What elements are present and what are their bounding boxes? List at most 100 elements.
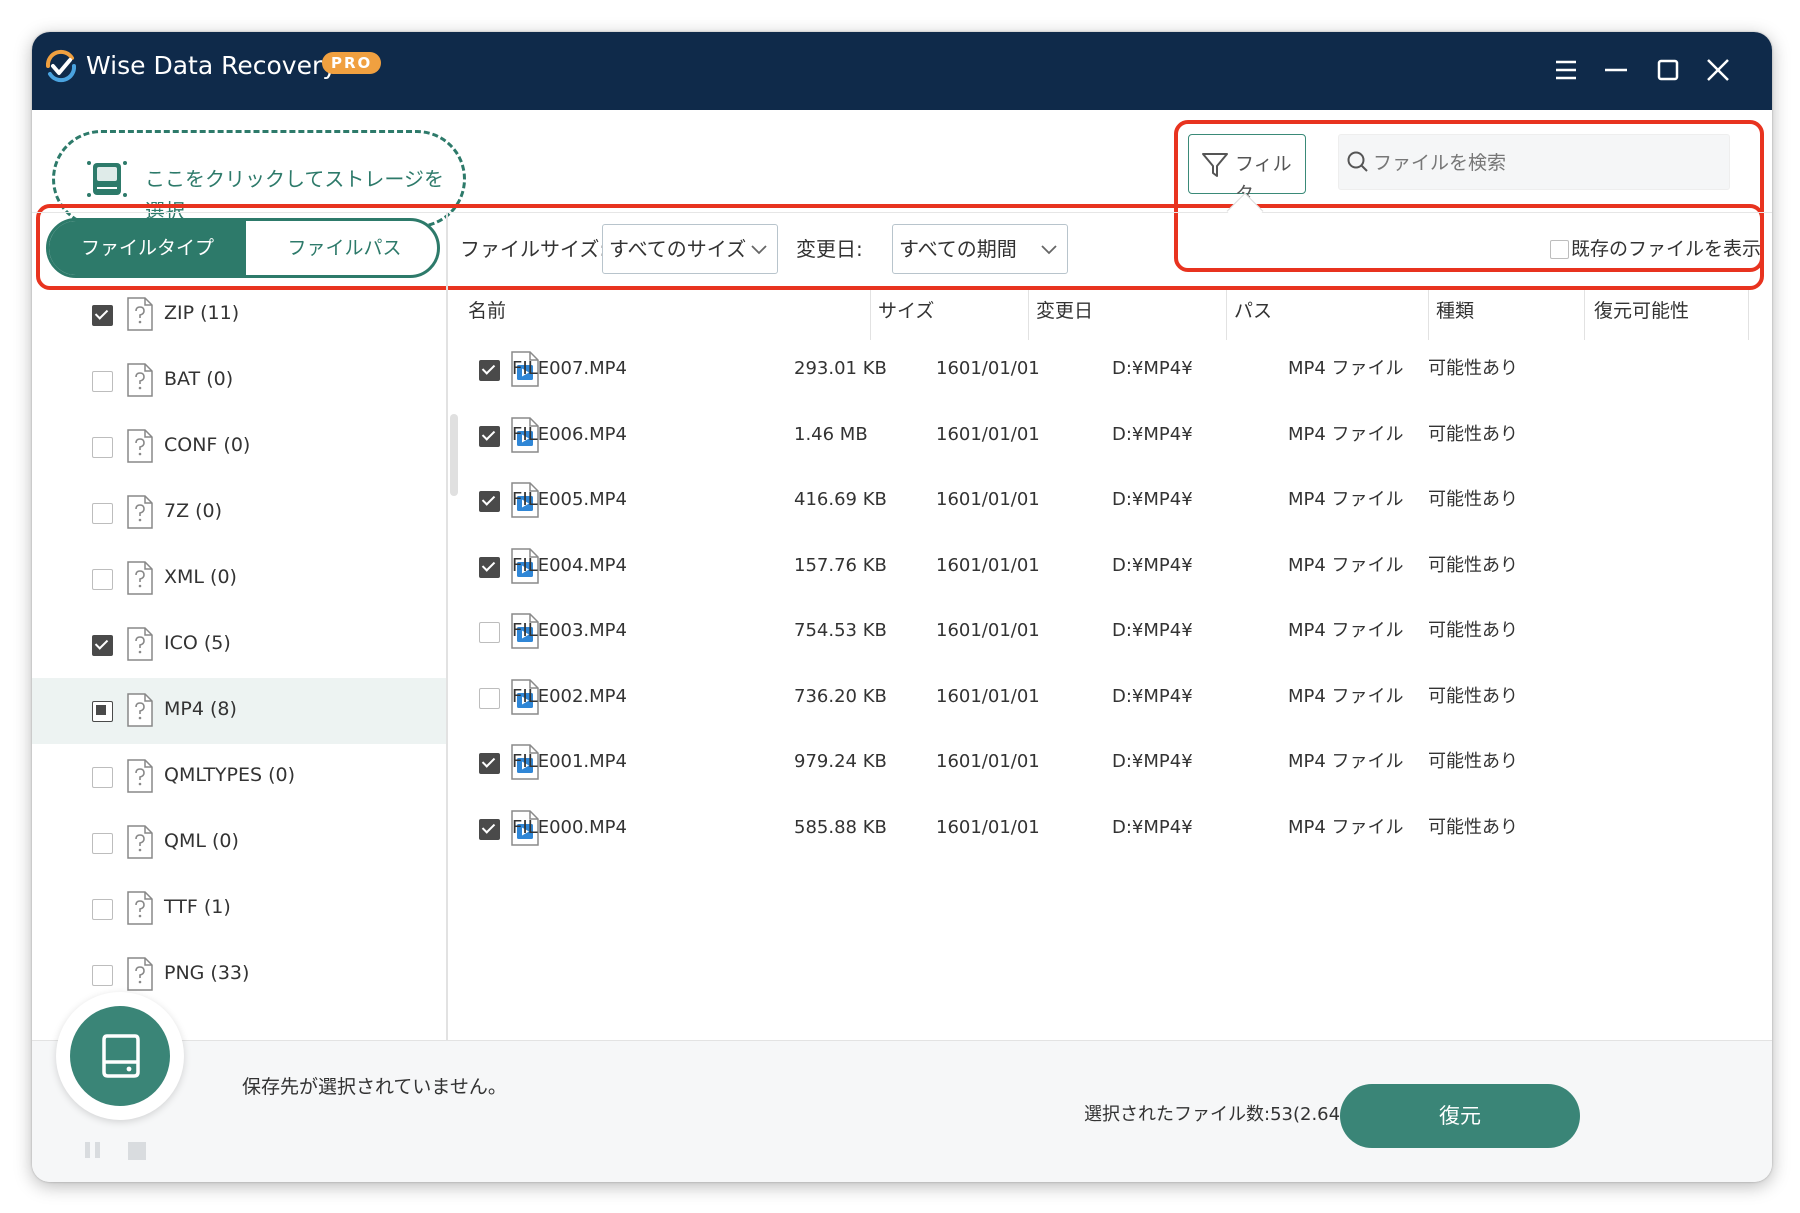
tab-file-path[interactable]: ファイルパス (246, 221, 437, 275)
file-type-checkbox[interactable] (92, 899, 113, 920)
row-checkbox[interactable] (479, 687, 500, 709)
menu-button[interactable] (1546, 50, 1586, 90)
row-checkbox[interactable] (479, 360, 500, 381)
cell-size: 736.20 KB (794, 685, 887, 707)
size-filter-select[interactable]: すべてのサイズ (602, 224, 778, 274)
cell-recoverability: 可能性あり (1428, 423, 1518, 445)
cell-path: D:¥MP4¥ (1112, 816, 1193, 838)
selected-file-count: 選択されたファイル数:53(2.64 GB) (1084, 1104, 1380, 1125)
cell-type: MP4 ファイル (1288, 554, 1404, 576)
file-type-checkbox[interactable] (92, 965, 113, 986)
row-checkbox[interactable] (479, 556, 500, 578)
file-type-item[interactable]: BAT (0) (32, 348, 446, 414)
maximize-button[interactable] (1648, 50, 1688, 90)
file-type-checkbox[interactable] (92, 371, 113, 392)
column-divider (870, 290, 871, 340)
close-button[interactable] (1698, 50, 1738, 90)
column-header-date[interactable]: 変更日 (1036, 296, 1093, 326)
table-row[interactable]: FILE006.MP4 1.46 MB 1601/01/01 D:¥MP4¥ MP4 フ… (462, 400, 1762, 474)
file-type-item[interactable]: XML (0) (32, 546, 446, 612)
cell-name: FILE007.MP4 (512, 358, 627, 379)
table-row[interactable]: FILE007.MP4 293.01 KB 1601/01/01 D:¥MP4¥ MP4… (462, 334, 1762, 408)
column-divider (1226, 290, 1227, 340)
show-existing-toggle[interactable]: 既存のファイルを表示 (1550, 234, 1761, 264)
file-type-checkbox[interactable] (92, 635, 113, 656)
search-icon (1347, 151, 1368, 172)
chevron-down-icon (751, 245, 767, 255)
filter-button[interactable]: フィルタ (1188, 134, 1306, 205)
row-checkbox[interactable] (479, 425, 500, 447)
table-row[interactable]: FILE003.MP4 754.53 KB 1601/01/01 D:¥MP4¥ MP4… (462, 596, 1762, 670)
file-type-item[interactable]: ZIP (11) (32, 282, 446, 348)
cell-recoverability: 可能性あり (1428, 489, 1518, 510)
row-checkbox[interactable] (479, 818, 500, 840)
date-filter-select[interactable]: すべての期間 (892, 224, 1068, 274)
file-type-scrollbar[interactable] (450, 414, 458, 496)
table-row[interactable]: FILE002.MP4 736.20 KB 1601/01/01 D:¥MP4¥ MP4… (462, 662, 1762, 736)
file-type-checkbox[interactable] (92, 437, 113, 458)
cell-type: MP4 ファイル (1288, 620, 1404, 641)
menu-icon (1556, 60, 1576, 80)
cell-type: MP4 ファイル (1288, 489, 1404, 510)
file-type-checkbox[interactable] (92, 767, 113, 788)
cell-type: MP4 ファイル (1288, 358, 1404, 379)
minimize-button[interactable] (1596, 50, 1636, 90)
table-row[interactable]: FILE005.MP4 416.69 KB 1601/01/01 D:¥MP4¥ MP4… (462, 465, 1762, 539)
pause-icon[interactable] (82, 1140, 104, 1160)
file-type-item[interactable]: MP4 (8) (32, 678, 446, 744)
file-type-label: MP4 (8) (164, 698, 237, 720)
cell-size: 979.24 KB (794, 751, 887, 772)
table-row[interactable]: FILE000.MP4 585.88 KB 1601/01/01 D:¥MP4¥ MP4… (462, 793, 1762, 867)
panel-divider (446, 212, 448, 1040)
row-checkbox[interactable] (479, 491, 500, 512)
row-checkbox[interactable] (479, 753, 500, 774)
cell-recoverability: 可能性あり (1428, 816, 1518, 838)
file-type-label: TTF (1) (164, 896, 231, 918)
column-header-path[interactable]: パス (1234, 296, 1272, 326)
stop-icon[interactable] (128, 1142, 146, 1160)
save-location-button[interactable] (56, 992, 184, 1120)
row-checkbox[interactable] (479, 622, 500, 643)
file-type-item[interactable]: ICO (5) (32, 612, 446, 678)
title-bar: Wise Data Recovery PRO (32, 32, 1772, 110)
file-type-item[interactable]: QMLTYPES (0) (32, 744, 446, 810)
unknown-file-icon (127, 627, 153, 661)
file-type-item[interactable]: 7Z (0) (32, 480, 446, 546)
file-type-checkbox[interactable] (92, 569, 113, 590)
chevron-down-icon (1041, 245, 1057, 255)
unknown-file-icon (127, 561, 153, 595)
file-type-label: ICO (5) (164, 632, 231, 654)
cell-path: D:¥MP4¥ (1112, 751, 1193, 772)
file-type-label: PNG (33) (164, 962, 250, 984)
file-type-item[interactable]: QML (0) (32, 810, 446, 876)
cell-name: FILE005.MP4 (512, 489, 627, 510)
unknown-file-icon (127, 759, 153, 793)
table-row[interactable]: FILE004.MP4 157.76 KB 1601/01/01 D:¥MP4¥ MP4… (462, 531, 1762, 605)
unknown-file-icon (127, 429, 153, 463)
file-type-item[interactable]: CONF (0) (32, 414, 446, 480)
cell-date: 1601/01/01 (936, 685, 1040, 707)
column-header-type[interactable]: 種類 (1436, 296, 1474, 326)
show-existing-checkbox[interactable] (1550, 239, 1569, 259)
cell-date: 1601/01/01 (936, 423, 1040, 445)
show-existing-label: 既存のファイルを表示 (1571, 238, 1762, 260)
column-header-size[interactable]: サイズ (878, 296, 934, 326)
file-type-item[interactable]: TTF (1) (32, 876, 446, 942)
tab-file-type[interactable]: ファイルタイプ (49, 221, 246, 275)
filter-bar-divider (32, 212, 1772, 213)
table-row[interactable]: FILE001.MP4 979.24 KB 1601/01/01 D:¥MP4¥ MP4… (462, 727, 1762, 801)
file-type-checkbox[interactable] (92, 701, 113, 722)
file-type-checkbox[interactable] (92, 305, 113, 326)
column-header-recoverability[interactable]: 復元可能性 (1594, 296, 1689, 326)
cell-name: FILE003.MP4 (512, 620, 627, 641)
search-input[interactable] (1373, 145, 1713, 181)
file-type-label: CONF (0) (164, 434, 251, 456)
cell-size: 585.88 KB (794, 816, 887, 838)
column-header-name[interactable]: 名前 (468, 296, 506, 326)
file-type-checkbox[interactable] (92, 503, 113, 524)
recover-button[interactable]: 復元 (1340, 1084, 1580, 1148)
file-type-checkbox[interactable] (92, 833, 113, 854)
cell-path: D:¥MP4¥ (1112, 554, 1193, 576)
cell-date: 1601/01/01 (936, 358, 1040, 379)
drive-icon (102, 1034, 140, 1078)
